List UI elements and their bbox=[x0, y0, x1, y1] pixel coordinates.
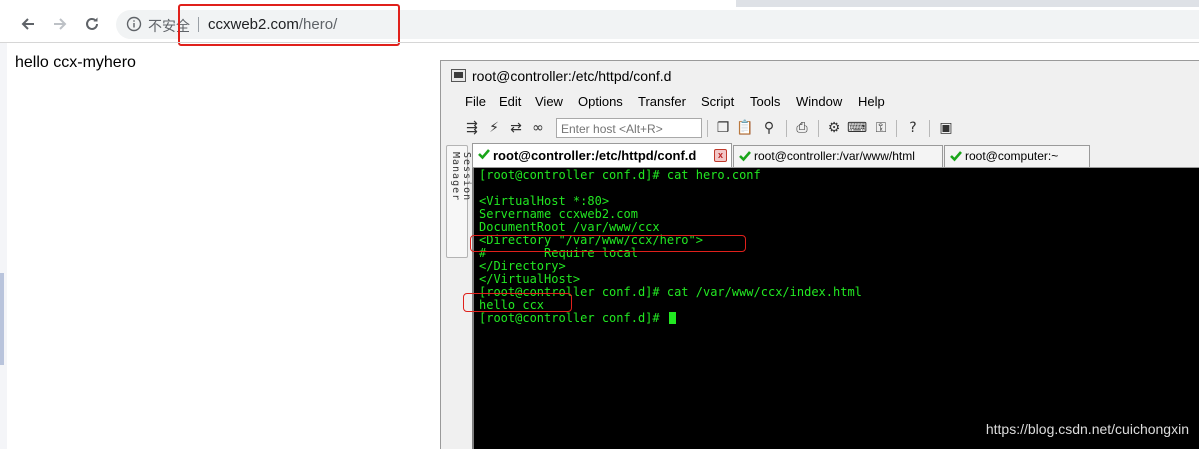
menu-script[interactable]: Script bbox=[701, 94, 734, 109]
keymap-icon[interactable]: ⚿ bbox=[872, 119, 890, 137]
crt-title-bar[interactable]: root@controller:/etc/httpd/conf.d bbox=[441, 61, 1199, 88]
help-icon[interactable]: ? bbox=[904, 119, 922, 137]
menu-edit[interactable]: Edit bbox=[499, 94, 521, 109]
terminal-prompt-line: [root@controller conf.d]# bbox=[479, 312, 676, 325]
toolbar-separator bbox=[896, 120, 897, 137]
session-tab-label: root@controller:/etc/httpd/conf.d bbox=[493, 148, 697, 163]
forward-button[interactable] bbox=[46, 11, 74, 37]
find-icon[interactable]: ⚲ bbox=[760, 119, 778, 137]
session-tab-var-www-html[interactable]: root@controller:/var/www/html bbox=[733, 145, 943, 167]
directory-highlight-box bbox=[470, 235, 746, 252]
print-icon[interactable]: ⎙ bbox=[793, 119, 811, 137]
toolbar-separator bbox=[707, 120, 708, 137]
reload-icon bbox=[86, 17, 98, 30]
toolbar-separator bbox=[929, 120, 930, 137]
reconnect-icon[interactable]: ⇄ bbox=[507, 119, 525, 137]
menu-file[interactable]: File bbox=[465, 94, 486, 109]
arrow-left-icon bbox=[21, 18, 34, 30]
keyboard-icon[interactable]: ⌨ bbox=[847, 119, 867, 137]
toolbar-separator bbox=[786, 120, 787, 137]
session-tab-label: root@computer:~ bbox=[965, 149, 1059, 163]
enter-host-input[interactable] bbox=[556, 118, 702, 138]
toolbar-divider bbox=[0, 42, 1199, 43]
url-highlight-box bbox=[178, 4, 400, 46]
link-icon[interactable]: ∞ bbox=[529, 119, 547, 137]
settings-gear-icon[interactable]: ⚙ bbox=[825, 119, 843, 137]
screenshot-root: 不安全 ccxweb2.com/hero/ hello ccx-myhero r… bbox=[0, 0, 1199, 449]
terminal-prompt: [root@controller conf.d]# bbox=[479, 311, 667, 325]
watermark-text: https://blog.csdn.net/cuichongxin bbox=[985, 421, 1189, 437]
page-left-edge bbox=[0, 43, 7, 449]
check-icon bbox=[739, 151, 751, 162]
session-tab-bar: root@controller:/etc/httpd/conf.d x root… bbox=[472, 143, 1199, 168]
session-tab-computer[interactable]: root@computer:~ bbox=[944, 145, 1090, 167]
session-tab-label: root@controller:/var/www/html bbox=[754, 149, 915, 163]
menu-tools[interactable]: Tools bbox=[750, 94, 780, 109]
page-body-text: hello ccx-myhero bbox=[15, 54, 136, 71]
menu-window[interactable]: Window bbox=[796, 94, 842, 109]
crt-menu-bar: File Edit View Options Transfer Script T… bbox=[441, 91, 1199, 113]
close-icon[interactable]: x bbox=[714, 149, 727, 162]
session-manager-toggle[interactable]: Session Manager bbox=[446, 145, 472, 258]
menu-view[interactable]: View bbox=[535, 94, 563, 109]
session-tab-conf-d[interactable]: root@controller:/etc/httpd/conf.d x bbox=[472, 143, 732, 167]
arrow-right-icon bbox=[54, 18, 67, 30]
crt-window-title: root@controller:/etc/httpd/conf.d bbox=[472, 68, 672, 84]
terminal-output[interactable]: [root@controller conf.d]# cat hero.conf … bbox=[472, 168, 1199, 449]
securecrt-window: root@controller:/etc/httpd/conf.d File E… bbox=[440, 60, 1199, 449]
menu-options[interactable]: Options bbox=[578, 94, 623, 109]
reload-button[interactable] bbox=[78, 11, 106, 37]
toolbar-separator bbox=[818, 120, 819, 137]
menu-help[interactable]: Help bbox=[858, 94, 885, 109]
paste-icon[interactable]: 📋 bbox=[736, 119, 754, 137]
check-icon bbox=[950, 151, 962, 162]
quick-connect-icon[interactable]: ⚡ bbox=[485, 119, 503, 137]
copy-icon[interactable]: ❐ bbox=[714, 119, 732, 137]
crt-toolbar: ⇶ ⚡ ⇄ ∞ ❐ 📋 ⚲ ⎙ ⚙ ⌨ ⚿ ? ▣ bbox=[441, 115, 1199, 141]
connect-icon[interactable]: ⇶ bbox=[463, 119, 481, 137]
session-manager-label: Session Manager bbox=[450, 152, 472, 202]
check-icon bbox=[478, 149, 490, 160]
screen-icon[interactable]: ▣ bbox=[937, 119, 955, 137]
terminal-line: [root@controller conf.d]# cat hero.conf bbox=[479, 168, 761, 182]
terminal-cursor bbox=[668, 312, 676, 324]
edge-marker bbox=[0, 273, 4, 365]
hello-ccx-highlight-box bbox=[463, 293, 572, 312]
back-button[interactable] bbox=[14, 11, 42, 37]
menu-transfer[interactable]: Transfer bbox=[638, 94, 686, 109]
terminal-app-icon bbox=[451, 69, 466, 82]
info-icon[interactable] bbox=[126, 16, 142, 32]
